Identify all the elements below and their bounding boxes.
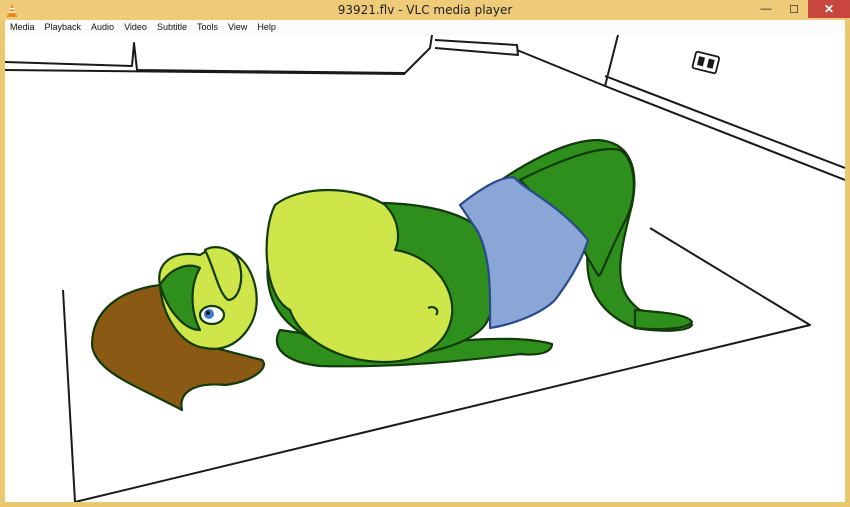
menu-media[interactable]: Media [5,20,40,35]
cartoon-frame [5,35,845,502]
maximize-icon[interactable]: ☐ [780,0,808,18]
menu-view[interactable]: View [223,20,252,35]
menu-bar: Media Playback Audio Video Subtitle Tool… [5,20,845,36]
menu-audio[interactable]: Audio [86,20,119,35]
character [90,138,694,412]
menu-video[interactable]: Video [119,20,152,35]
title-bar[interactable]: 93921.flv - VLC media player — ☐ ✕ [0,0,850,20]
minimize-icon[interactable]: — [752,0,780,18]
wall-outlet-icon [691,50,721,75]
menu-tools[interactable]: Tools [192,20,223,35]
video-area[interactable] [5,35,845,502]
window-controls: — ☐ ✕ [752,0,850,20]
menu-subtitle[interactable]: Subtitle [152,20,192,35]
menu-help[interactable]: Help [252,20,281,35]
close-icon[interactable]: ✕ [808,0,850,18]
foot [633,308,694,331]
menu-playback[interactable]: Playback [40,20,87,35]
vlc-window: 93921.flv - VLC media player — ☐ ✕ Media… [0,0,850,507]
window-title: 93921.flv - VLC media player [337,3,513,17]
